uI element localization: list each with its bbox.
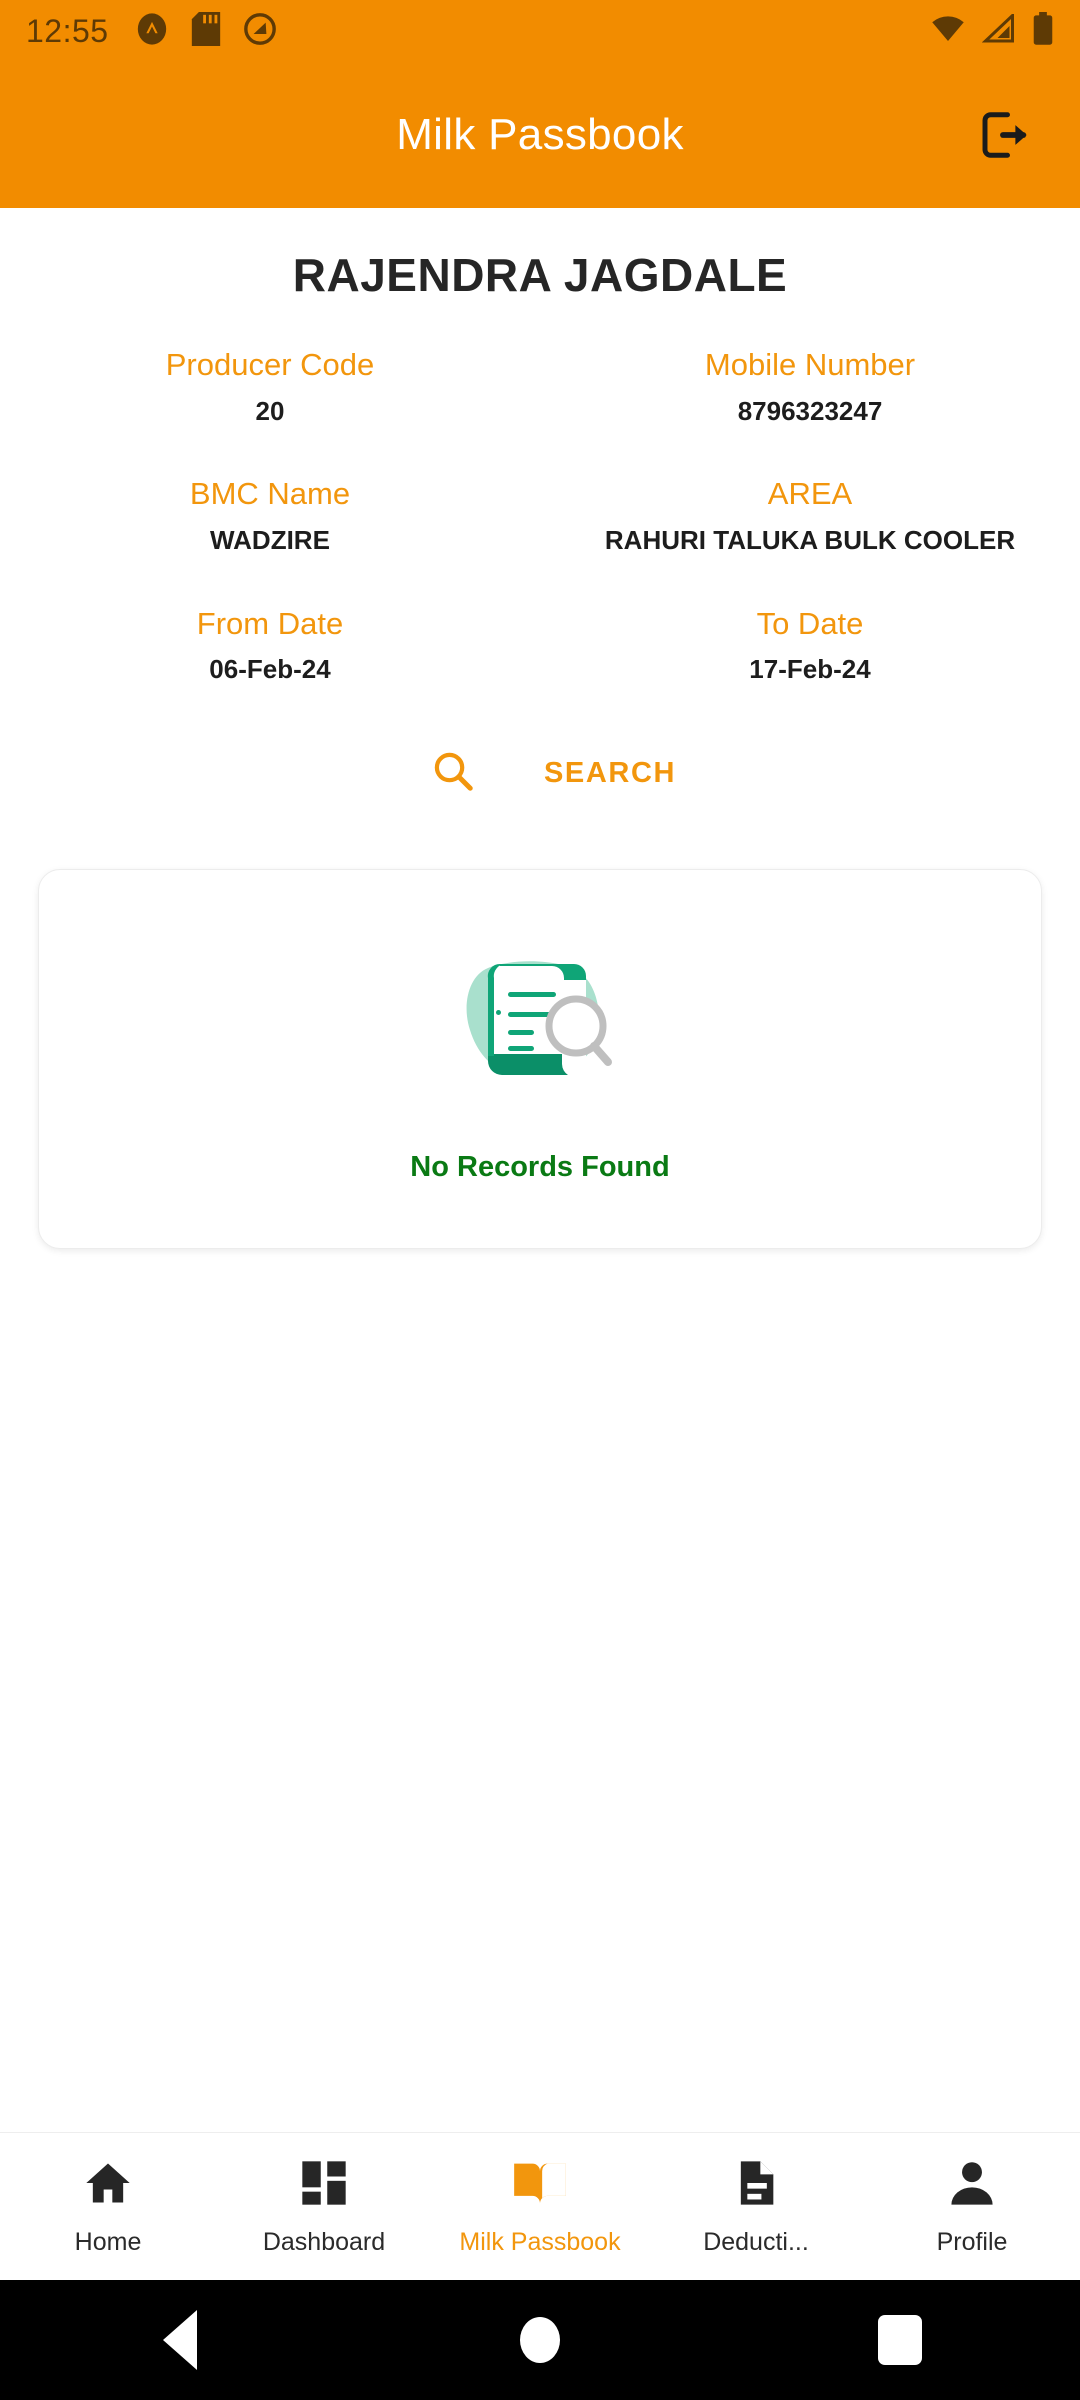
search-button-label: SEARCH [543,756,677,789]
battery-icon [1032,11,1054,51]
details-row-1: Producer Code 20 Mobile Number 879632324… [0,346,1080,427]
status-bar-notification-icons [135,11,277,51]
field-label: Mobile Number [704,347,916,382]
field-area: AREA RAHURI TALUKA BULK COOLER [540,475,1080,556]
field-value: 17-Feb-24 [749,654,871,685]
field-from-date[interactable]: From Date 06-Feb-24 [0,605,540,686]
row-spacer [0,557,1080,605]
status-bar-system-icons [930,11,1054,51]
android-recents-button[interactable] [840,2280,960,2400]
page-title: Milk Passbook [396,110,684,159]
row-spacer [0,427,1080,475]
search-icon [430,748,476,799]
producer-details-grid: Producer Code 20 Mobile Number 879632324… [0,346,1080,686]
wifi-icon [930,14,966,49]
logout-icon [982,112,1027,158]
field-label: BMC Name [189,476,351,512]
details-row-2: BMC Name WADZIRE AREA RAHURI TALUKA BULK… [0,475,1080,556]
search-button[interactable]: SEARCH [0,748,1080,799]
android-navigation-bar [0,2280,1080,2400]
field-value: RAHURI TALUKA BULK COOLER [604,525,1016,555]
field-label: AREA [767,476,853,512]
nav-label: Home [74,2227,142,2256]
status-bar: 12:55 [0,0,1080,62]
home-icon [82,2157,134,2214]
android-back-button[interactable] [120,2280,240,2400]
do-not-disturb-icon [243,12,277,51]
grid-dashboard-icon [298,2157,350,2214]
bottom-navigation-bar: Home Dashboard Milk Passbook Deducti... … [0,2132,1080,2280]
back-triangle-icon [163,2310,197,2370]
nav-item-milk-passbook[interactable]: Milk Passbook [432,2133,648,2280]
logout-button[interactable] [968,100,1038,170]
no-records-message: No Records Found [410,1150,670,1183]
field-value: 06-Feb-24 [209,654,331,685]
home-circle-icon [520,2317,560,2363]
details-row-3: From Date 06-Feb-24 To Date 17-Feb-24 [0,605,1080,686]
records-card: No Records Found [38,868,1042,1249]
field-label: To Date [756,605,864,641]
cellular-signal-icon [981,11,1016,49]
field-producer-code: Producer Code 20 [0,346,540,427]
nav-item-deductions[interactable]: Deducti... [648,2133,864,2280]
field-mobile-number: Mobile Number 8796323247 [540,346,1080,427]
nav-item-home[interactable]: Home [0,2133,216,2280]
nav-label: Deducti... [703,2227,809,2256]
sd-card-icon [191,11,221,51]
main-content: RAJENDRA JAGDALE Producer Code 20 Mobile… [0,208,1080,1249]
app-bar: Milk Passbook [0,62,1080,208]
field-value: WADZIRE [210,525,330,555]
recents-square-icon [878,2315,922,2365]
field-bmc-name: BMC Name WADZIRE [0,475,540,556]
field-label: Producer Code [165,347,375,382]
nav-label: Dashboard [262,2227,386,2256]
field-to-date[interactable]: To Date 17-Feb-24 [540,605,1080,686]
nav-label: Profile [936,2227,1008,2256]
open-book-icon [512,2157,568,2214]
no-records-illustration-icon [440,934,640,1099]
nav-label: Milk Passbook [459,2227,621,2256]
person-icon [946,2157,998,2214]
android-home-button[interactable] [480,2280,600,2400]
producer-name: RAJENDRA JAGDALE [292,249,788,301]
app-screen: 12:55 Milk Passbook RAJENDRA JAGDALE Pro… [0,0,1080,2400]
field-value: 20 [255,395,285,426]
nav-item-profile[interactable]: Profile [864,2133,1080,2280]
field-value: 8796323247 [737,395,883,426]
document-icon [730,2157,782,2214]
status-bar-clock: 12:55 [26,12,109,49]
field-label: From Date [196,605,344,641]
nav-item-dashboard[interactable]: Dashboard [216,2133,432,2280]
caret-badge-icon [135,12,169,51]
